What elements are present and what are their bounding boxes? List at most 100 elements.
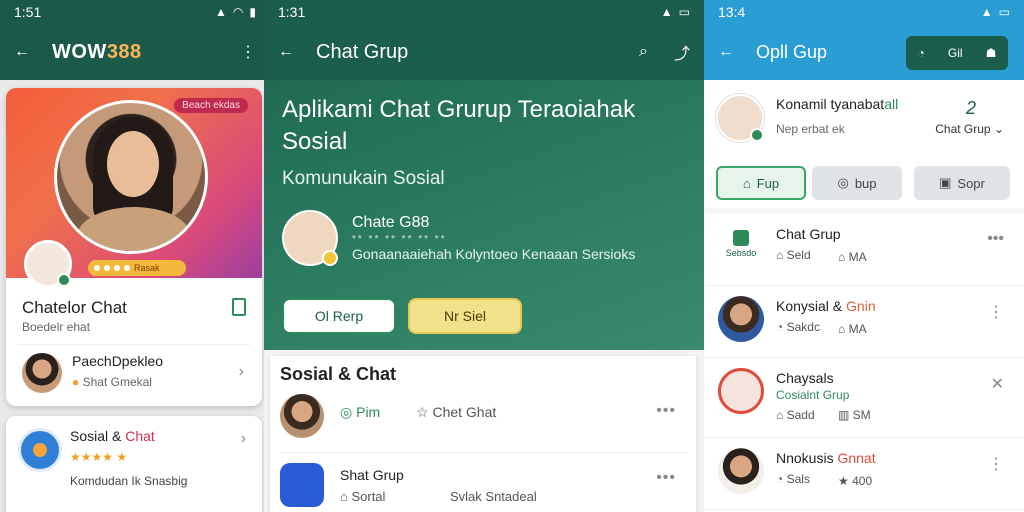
- member-count: 2: [965, 98, 976, 118]
- banner-headline: Aplikami Chat Grurup Teraoiahak Sosial: [282, 96, 636, 155]
- list-item[interactable]: Chaysals Cosialnt Grup ⌂ Sadd ▥ SM ✕: [704, 358, 1024, 438]
- battery-icon: ▮: [249, 5, 256, 19]
- clock: 13:4: [718, 4, 746, 20]
- more-vert-icon[interactable]: ⋮: [240, 42, 256, 62]
- profile-header: Konamil tyanabatall Nep erbat ek 2 Chat …: [704, 80, 1024, 208]
- list-item-subtitle: Cosialnt Grup: [776, 388, 850, 402]
- more-horiz-icon[interactable]: •••: [987, 230, 1004, 248]
- group-card[interactable]: Sosial & Chat ★★★★ ★ Komdudan Ik Snasbig…: [6, 416, 262, 512]
- action-label: Pim: [356, 404, 381, 420]
- meta-text: MA: [848, 250, 867, 264]
- status-badge: [322, 250, 338, 266]
- clock: 1:31: [278, 4, 306, 20]
- list-item-title: Konysial & Gnin: [776, 298, 876, 314]
- avatar: [22, 353, 62, 393]
- list-item-meta: ◔ Sakdc: [776, 320, 820, 334]
- online-badge: [57, 273, 71, 287]
- group-logo-icon: Sebsdo: [718, 224, 764, 270]
- dot: [114, 265, 120, 271]
- chip-home[interactable]: ⌂ Fup: [716, 166, 806, 200]
- chip-chat[interactable]: ◎ bup: [812, 166, 902, 200]
- battery-icon: ▭: [678, 5, 690, 19]
- back-arrow-icon[interactable]: ←: [278, 43, 294, 61]
- app-title: Chat Grup: [316, 40, 409, 63]
- list-item[interactable]: PaechDpekleo ● Shat Gmekal ›: [18, 344, 250, 396]
- doc-icon: ▣: [939, 175, 952, 190]
- bookmark-icon[interactable]: [232, 298, 246, 316]
- list-item-meta: ⌂ Sortal: [340, 489, 386, 504]
- meta-text: Sakdc: [786, 320, 820, 334]
- avatar: [718, 368, 764, 414]
- list-item-meta: ⌂ MA: [838, 322, 867, 336]
- list-item-meta: Svlak Sntadeal: [450, 489, 537, 504]
- meta-text: SM: [852, 408, 871, 422]
- list-item-title: Chaysals: [776, 370, 834, 386]
- search-icon[interactable]: ⌕: [639, 43, 648, 61]
- logo-mark: [733, 230, 749, 246]
- group-title: Sosial & Chat: [70, 428, 155, 444]
- group-title-highlight: Chat: [125, 428, 155, 444]
- label-text: Chat Grup: [935, 122, 991, 136]
- list-item-meta: ◔ Sals: [776, 472, 810, 486]
- list-item-meta: ★ 400: [838, 474, 873, 488]
- list-item[interactable]: Nnokusis Gnnat ◔ Sals ★ 400 ⋮: [704, 438, 1024, 510]
- profile-sub: Nep erbat ek: [776, 122, 845, 136]
- phone-screen-chat-grup: 1:31 ▲ ▭ ← Chat Grup ⌕ ⤴ Aplikami Chat G…: [264, 0, 704, 512]
- more-horiz-icon[interactable]: •••: [656, 402, 676, 420]
- dot: [104, 265, 110, 271]
- more-horiz-icon[interactable]: •••: [656, 469, 676, 487]
- list-item[interactable]: Shat Grup ⌂ Sortal Svlak Sntadeal •••: [280, 452, 686, 508]
- app-logo-icon: [280, 463, 324, 507]
- hero-subtitle: Boedelr ehat: [22, 320, 91, 334]
- battery-icon: ▭: [998, 5, 1010, 19]
- more-vert-icon[interactable]: ⋮: [988, 302, 1004, 322]
- list-item-title: Nnokusis Gnnat: [776, 450, 876, 466]
- meta-text: Seld: [786, 248, 811, 262]
- whatsapp-icon-label: ◎ Pim: [340, 404, 381, 420]
- user-name: Chate G88: [352, 214, 430, 231]
- new-group-button[interactable]: ◔ Gil ☗: [906, 36, 1008, 70]
- group-logo: [18, 428, 62, 472]
- close-icon[interactable]: ✕: [991, 374, 1004, 394]
- hero-tag: Beach ekdas: [174, 98, 248, 113]
- title-highlight: Gnnat: [837, 450, 876, 466]
- status-icons: ▲ ◠ ▮: [215, 5, 256, 19]
- section-title: Sosial & Chat: [280, 364, 397, 384]
- screenshot-collage: 1:51 ▲ ◠ ▮ ← WOW388 ⋮ Beach ekdas Rasak: [0, 0, 1024, 512]
- primary-button[interactable]: Ol Rerp: [282, 298, 396, 334]
- name-part: Konamil tyanabat: [776, 96, 885, 112]
- back-arrow-icon[interactable]: ←: [14, 43, 30, 61]
- avatar[interactable]: [282, 210, 338, 266]
- chat-bubble-icon: ●: [72, 375, 80, 389]
- user-description: Gonaanaaiehah Kolyntoeo Kenaaan Sersioks: [352, 246, 636, 262]
- chat-grup-label: Chat Grup ⌄: [935, 122, 1004, 136]
- meta-text: Sals: [786, 472, 810, 486]
- online-badge: [750, 128, 764, 142]
- avatar[interactable]: [716, 94, 764, 142]
- avatar[interactable]: [24, 240, 72, 288]
- list-item[interactable]: ◎ Pim ☆ Chet Ghat •••: [280, 390, 686, 446]
- pill-label: Rasak: [134, 263, 160, 273]
- meta-text: 400: [852, 474, 873, 488]
- chip-doc[interactable]: ▣ Sopr: [914, 166, 1010, 200]
- status-bar: 1:51 ▲ ◠ ▮: [0, 0, 270, 24]
- logo-text: Sebsdo: [725, 248, 757, 258]
- avatar: [280, 394, 324, 438]
- group-subtitle: Komdudan Ik Snasbig: [70, 474, 188, 488]
- more-vert-icon[interactable]: ⋮: [988, 454, 1004, 474]
- share-icon[interactable]: ⤴: [674, 40, 690, 64]
- meta-text: MA: [848, 322, 867, 336]
- chip-label: Fup: [756, 175, 780, 191]
- list-item[interactable]: Sebsdo Chat Grup ⌂ Seld ⌂ MA •••: [704, 214, 1024, 286]
- list-item[interactable]: Konysial & Gnin ◔ Sakdc ⌂ MA ⋮: [704, 286, 1024, 358]
- profile-hero-card[interactable]: Beach ekdas Rasak Chatelor Chat Boedelr …: [6, 88, 262, 406]
- back-arrow-icon[interactable]: ←: [718, 43, 734, 61]
- title-part-highlight: 388: [106, 40, 142, 63]
- profile-name: Konamil tyanabatall: [776, 96, 898, 112]
- secondary-button[interactable]: Nr Siel: [408, 298, 522, 334]
- status-icons: ▲ ▭: [981, 5, 1010, 19]
- status-icons: ▲ ▭: [661, 5, 690, 19]
- list-item-meta: ▥ SM: [838, 408, 871, 422]
- phone-screen-opll-gup: 13:4 ▲ ▭ ← Opll Gup ◔ Gil ☗ Konamil tyan…: [704, 0, 1024, 512]
- action-label: Chet Ghat: [432, 404, 497, 420]
